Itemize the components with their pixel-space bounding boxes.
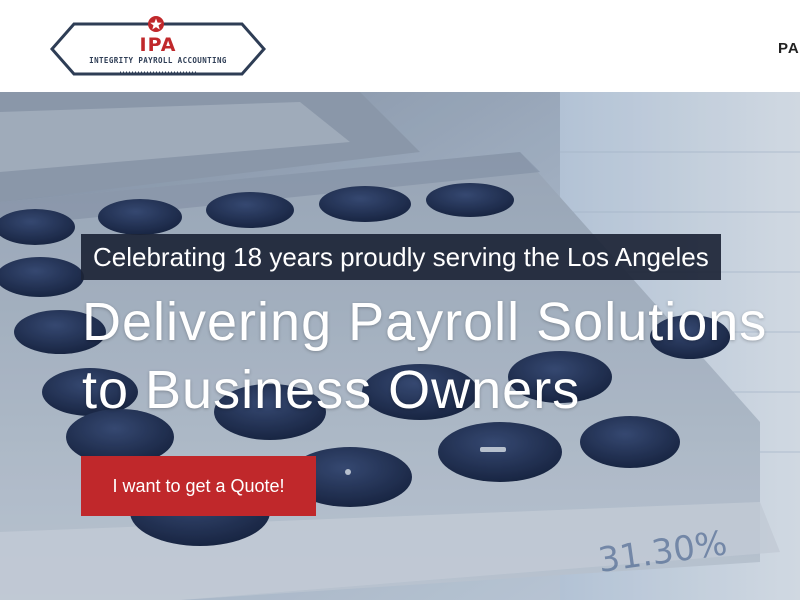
- company-logo[interactable]: IPA INTEGRITY PAYROLL ACCOUNTING: [48, 14, 268, 84]
- get-quote-button[interactable]: I want to get a Quote!: [81, 456, 316, 516]
- logo-company-name: INTEGRITY PAYROLL ACCOUNTING: [89, 56, 227, 65]
- logo-abbreviation: IPA: [139, 34, 177, 56]
- hero-headline-line1: Delivering Payroll Solutions: [82, 292, 768, 352]
- nav-menu-item[interactable]: PA: [778, 40, 800, 57]
- hero-headline: Delivering Payroll Solutions to Business…: [82, 288, 767, 424]
- hero-section: 31.30% Celebrating 18 years proudly serv…: [0, 92, 800, 600]
- site-header: IPA INTEGRITY PAYROLL ACCOUNTING PA: [0, 0, 800, 92]
- hero-tagline: Celebrating 18 years proudly serving the…: [81, 234, 721, 280]
- hero-headline-line2: to Business Owners: [82, 360, 581, 420]
